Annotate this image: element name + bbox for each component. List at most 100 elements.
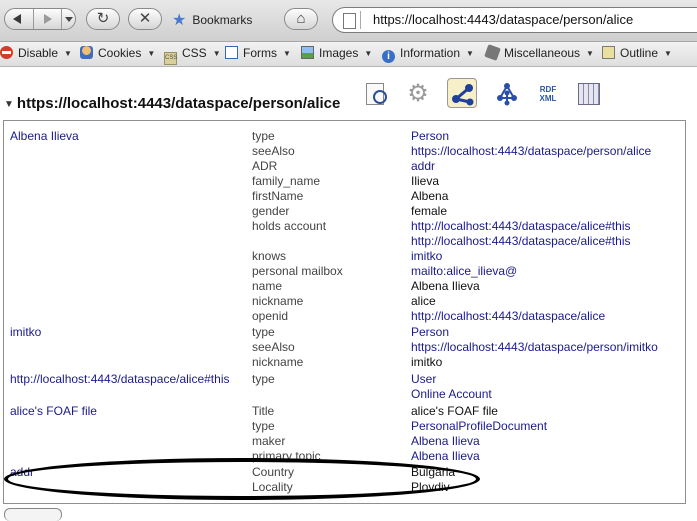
- predicate-label: knows: [252, 249, 287, 263]
- object-value: Bulgaria: [411, 465, 456, 479]
- predicate-label: seeAlso: [252, 144, 295, 158]
- stop-button[interactable]: ✕: [128, 8, 162, 30]
- object-link[interactable]: mailto:alice_ilieva@: [411, 264, 517, 279]
- collapse-triangle-icon[interactable]: ▼: [4, 99, 14, 110]
- network-view-icon[interactable]: [494, 81, 520, 107]
- object-link[interactable]: PersonalProfileDocument: [411, 419, 547, 434]
- predicate-label: name: [252, 279, 283, 293]
- bottom-tab[interactable]: [4, 508, 62, 521]
- images-label: Images: [319, 46, 359, 60]
- history-dropdown-button[interactable]: [61, 9, 76, 29]
- browser-toolbar: ↻ ✕ ★ Bookmarks ⌂ https://localhost:4443/…: [0, 0, 697, 42]
- object-link[interactable]: Albena Ilieva: [411, 449, 480, 464]
- table-view-icon[interactable]: [578, 83, 600, 105]
- object-link[interactable]: https://localhost:4443/dataspace/person/…: [411, 144, 651, 159]
- describe-search-icon[interactable]: [363, 81, 389, 107]
- reload-button[interactable]: ↻: [86, 8, 120, 30]
- back-button[interactable]: [5, 9, 33, 29]
- predicate-label: Country: [252, 465, 295, 479]
- subject-link[interactable]: http://localhost:4443/dataspace/alice#th…: [10, 372, 229, 387]
- rdf-xml-label: RDF XML: [539, 85, 557, 103]
- predicate-label: type: [252, 325, 275, 339]
- address-text: https://localhost:4443/dataspace/person/…: [373, 12, 634, 27]
- graph-view-svg: [452, 84, 474, 106]
- star-icon: ★: [172, 12, 187, 29]
- cookies-icon: [80, 46, 93, 59]
- forward-arrow-icon: [44, 14, 52, 24]
- predicate-label: type: [252, 129, 275, 143]
- object-link[interactable]: http://localhost:4443/dataspace/alice#th…: [411, 219, 630, 234]
- cookies-menu[interactable]: Cookies ▼: [80, 46, 155, 62]
- predicate-label: maker: [252, 434, 286, 448]
- chevron-down-icon: ▼: [64, 49, 72, 58]
- object-link[interactable]: Albena Ilieva: [411, 434, 480, 449]
- chevron-down-icon: ▼: [147, 49, 156, 58]
- predicate-label: type: [252, 372, 275, 386]
- predicate-label: seeAlso: [252, 340, 295, 354]
- css-icon: CSS: [164, 52, 177, 65]
- information-icon: i: [382, 50, 395, 63]
- subject-link[interactable]: alice's FOAF file: [10, 404, 97, 419]
- object-link[interactable]: User: [411, 372, 436, 387]
- back-arrow-icon: [13, 14, 21, 24]
- predicate-label: holds account: [252, 219, 327, 233]
- chevron-down-icon: ▼: [664, 49, 672, 58]
- chevron-down-icon: ▼: [283, 49, 291, 58]
- forward-button[interactable]: [33, 9, 62, 29]
- subject-link[interactable]: addr: [10, 465, 34, 480]
- page-title[interactable]: ▼ https://localhost:4443/dataspace/person…: [4, 95, 340, 112]
- information-menu[interactable]: i Information ▼: [382, 46, 474, 63]
- object-link[interactable]: https://localhost:4443/dataspace/person/…: [411, 340, 658, 355]
- predicate-label: Locality: [252, 480, 293, 494]
- forms-label: Forms: [243, 46, 277, 60]
- object-value: Ilieva: [411, 174, 440, 188]
- forms-menu[interactable]: Forms ▼: [225, 46, 291, 62]
- graph-view-icon[interactable]: [447, 78, 477, 108]
- rdf-xml-icon[interactable]: RDF XML: [535, 81, 561, 107]
- object-value: alice: [411, 294, 436, 308]
- object-value: Albena Ilieva: [411, 279, 480, 293]
- cookies-label: Cookies: [98, 46, 142, 60]
- object-value: female: [411, 204, 448, 218]
- chevron-down-icon: ▼: [212, 49, 221, 58]
- predicate-label: ADR: [252, 159, 278, 173]
- chevron-down-icon: [65, 17, 73, 22]
- images-icon: [301, 46, 314, 59]
- outline-icon: [602, 46, 615, 59]
- reload-icon: ↻: [96, 10, 110, 27]
- object-link[interactable]: imitko: [411, 249, 442, 264]
- object-value: alice's FOAF file: [411, 404, 498, 418]
- predicate-label: Title: [252, 404, 275, 418]
- miscellaneous-label: Miscellaneous: [504, 46, 581, 60]
- predicate-label: firstName: [252, 189, 304, 203]
- images-menu[interactable]: Images ▼: [301, 46, 372, 62]
- object-link[interactable]: Person: [411, 325, 449, 340]
- address-bar[interactable]: https://localhost:4443/dataspace/person/…: [332, 7, 697, 33]
- object-link[interactable]: Online Account: [411, 387, 492, 402]
- predicate-label: openid: [252, 309, 289, 323]
- object-link[interactable]: http://localhost:4443/dataspace/alice: [411, 309, 605, 324]
- predicate-label: gender: [252, 204, 290, 218]
- home-icon: ⌂: [296, 10, 306, 27]
- bookmarks-menu[interactable]: ★ Bookmarks: [172, 10, 252, 30]
- page-icon: [343, 13, 356, 29]
- chevron-down-icon: ▼: [586, 49, 594, 58]
- home-button[interactable]: ⌂: [284, 8, 318, 30]
- object-link[interactable]: Person: [411, 129, 449, 144]
- chevron-down-icon: ▼: [364, 49, 373, 58]
- subject-link[interactable]: imitko: [10, 325, 41, 340]
- outline-menu[interactable]: Outline ▼: [602, 46, 672, 62]
- css-label: CSS: [182, 46, 207, 60]
- object-link[interactable]: http://localhost:4443/dataspace/alice#th…: [411, 234, 630, 249]
- object-value: Plovdiv: [411, 480, 450, 494]
- object-link[interactable]: addr: [411, 159, 435, 174]
- miscellaneous-menu[interactable]: Miscellaneous ▼: [484, 44, 594, 62]
- css-menu[interactable]: CSS CSS ▼: [164, 46, 221, 65]
- back-forward-group: [4, 8, 76, 30]
- object-value: Albena: [411, 189, 449, 203]
- web-developer-toolbar: Disable ▼ Cookies ▼ CSS CSS ▼ Forms ▼ Images ▼…: [0, 42, 697, 67]
- predicate-label: personal mailbox: [252, 264, 343, 278]
- disable-menu[interactable]: Disable ▼: [0, 46, 72, 62]
- subject-link[interactable]: Albena Ilieva: [10, 129, 79, 144]
- gear-icon[interactable]: ⚙: [405, 81, 431, 107]
